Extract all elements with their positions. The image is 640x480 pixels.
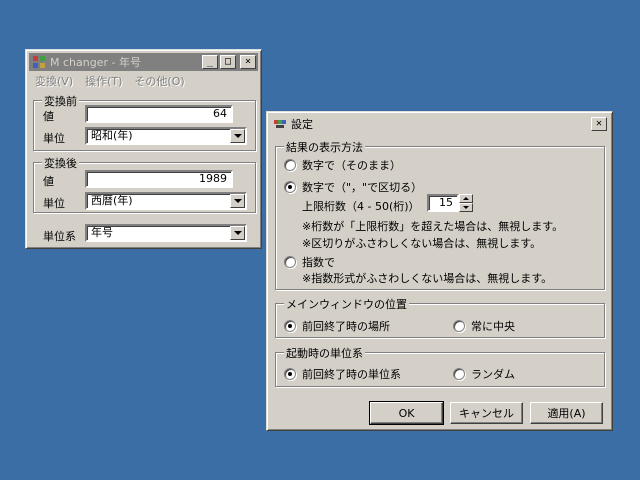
before-unit-label: 単位 xyxy=(43,132,65,145)
note-exponent-unsuitable: ※指数形式がふさわしくない場合は、無視します。 xyxy=(302,272,553,285)
radio-plain-number-label: 数字で（そのまま） xyxy=(302,159,401,172)
radio-random-label: ランダム xyxy=(471,368,515,381)
unit-system-dropdown-button[interactable] xyxy=(230,226,245,240)
radio-last-position[interactable]: 前回終了時の場所 xyxy=(284,318,390,334)
menu-convert[interactable]: 変換(V) xyxy=(29,73,79,89)
maximize-icon: □ xyxy=(224,56,232,67)
chevron-down-icon xyxy=(233,231,242,235)
radio-always-center-dot[interactable] xyxy=(453,320,465,332)
digits-limit-spinner[interactable] xyxy=(459,194,473,212)
radio-last-position-dot[interactable] xyxy=(284,320,296,332)
close-icon: × xyxy=(244,56,252,67)
radio-always-center-label: 常に中央 xyxy=(471,320,515,333)
radio-last-unit-system-label: 前回終了時の単位系 xyxy=(302,368,401,381)
apply-button[interactable]: 適用(A) xyxy=(530,402,603,424)
main-window-titlebar[interactable]: M changer - 年号 _ □ × xyxy=(29,53,258,71)
settings-titlebar[interactable]: 設定 ✕ xyxy=(270,115,609,133)
spin-down-button[interactable] xyxy=(459,203,473,212)
unit-system-select[interactable]: 年号 xyxy=(85,224,247,242)
before-value-input[interactable]: 64 xyxy=(85,105,233,123)
before-unit-value: 昭和(年) xyxy=(91,129,133,142)
radio-exponent-dot[interactable] xyxy=(284,256,296,268)
note-separator-unsuitable: ※区切りがふさわしくない場合は、無視します。 xyxy=(302,237,542,250)
result-display-group-label: 結果の表示方法 xyxy=(284,139,365,155)
after-unit-select[interactable]: 西暦(年) xyxy=(85,192,247,210)
close-button[interactable]: × xyxy=(240,55,256,69)
main-window: M changer - 年号 _ □ × 変換(V) 操作(T) その他(O) … xyxy=(25,49,262,249)
radio-random[interactable]: ランダム xyxy=(453,366,515,382)
menu-other[interactable]: その他(O) xyxy=(128,73,190,89)
menubar: 変換(V) 操作(T) その他(O) xyxy=(29,72,258,90)
radio-separated-number[interactable]: 数字で（"，"で区切る） xyxy=(284,179,422,195)
radio-random-dot[interactable] xyxy=(453,368,465,380)
radio-separated-number-dot[interactable] xyxy=(284,181,296,193)
unit-system-value: 年号 xyxy=(91,226,113,239)
after-group-label: 変換後 xyxy=(42,155,79,171)
before-group-label: 変換前 xyxy=(42,93,79,109)
cancel-button[interactable]: キャンセル xyxy=(450,402,523,424)
unit-system-label: 単位系 xyxy=(43,230,76,243)
close-icon: ✕ xyxy=(595,118,603,129)
digits-limit-input[interactable]: 15 xyxy=(427,194,459,212)
radio-last-unit-system[interactable]: 前回終了時の単位系 xyxy=(284,366,401,382)
radio-last-unit-system-dot[interactable] xyxy=(284,368,296,380)
digits-limit-label: 上限桁数（4 - 50(桁)） xyxy=(302,200,420,213)
settings-app-icon xyxy=(273,117,287,131)
main-window-title: M changer - 年号 xyxy=(50,56,141,69)
after-value-label: 値 xyxy=(43,175,54,188)
radio-exponent[interactable]: 指数で xyxy=(284,254,335,270)
after-unit-value: 西暦(年) xyxy=(91,194,133,207)
spin-up-button[interactable] xyxy=(459,194,473,203)
after-unit-label: 単位 xyxy=(43,197,65,210)
maximize-button[interactable]: □ xyxy=(220,55,236,69)
minimize-button[interactable]: _ xyxy=(202,55,218,69)
app-icon xyxy=(32,55,46,69)
minimize-icon: _ xyxy=(206,56,214,67)
before-unit-select[interactable]: 昭和(年) xyxy=(85,127,247,145)
settings-close-button[interactable]: ✕ xyxy=(591,117,607,131)
chevron-down-icon xyxy=(233,199,242,203)
radio-separated-number-label: 数字で（"，"で区切る） xyxy=(302,181,423,194)
after-unit-dropdown-button[interactable] xyxy=(230,194,245,208)
startup-unit-group-label: 起動時の単位系 xyxy=(284,345,365,361)
menu-operation[interactable]: 操作(T) xyxy=(79,73,128,89)
before-value-label: 値 xyxy=(43,110,54,123)
arrow-up-icon xyxy=(463,197,469,200)
settings-title: 設定 xyxy=(291,118,313,131)
chevron-down-icon xyxy=(233,134,242,138)
radio-plain-number-dot[interactable] xyxy=(284,159,296,171)
arrow-down-icon xyxy=(463,206,469,209)
ok-button[interactable]: OK xyxy=(369,401,444,425)
radio-exponent-label: 指数で xyxy=(302,256,335,269)
before-unit-dropdown-button[interactable] xyxy=(230,129,245,143)
note-digits-exceeded: ※桁数が「上限桁数」を超えた場合は、無視します。 xyxy=(302,220,564,233)
radio-last-position-label: 前回終了時の場所 xyxy=(302,320,390,333)
window-position-group-label: メインウィンドウの位置 xyxy=(284,296,409,312)
radio-plain-number[interactable]: 数字で（そのまま） xyxy=(284,157,401,173)
settings-dialog: 設定 ✕ 結果の表示方法 数字で（そのまま） 数字で（"，"で区切る） 上限桁数… xyxy=(266,111,613,431)
after-value-field[interactable]: 1989 xyxy=(85,170,233,188)
radio-always-center[interactable]: 常に中央 xyxy=(453,318,515,334)
